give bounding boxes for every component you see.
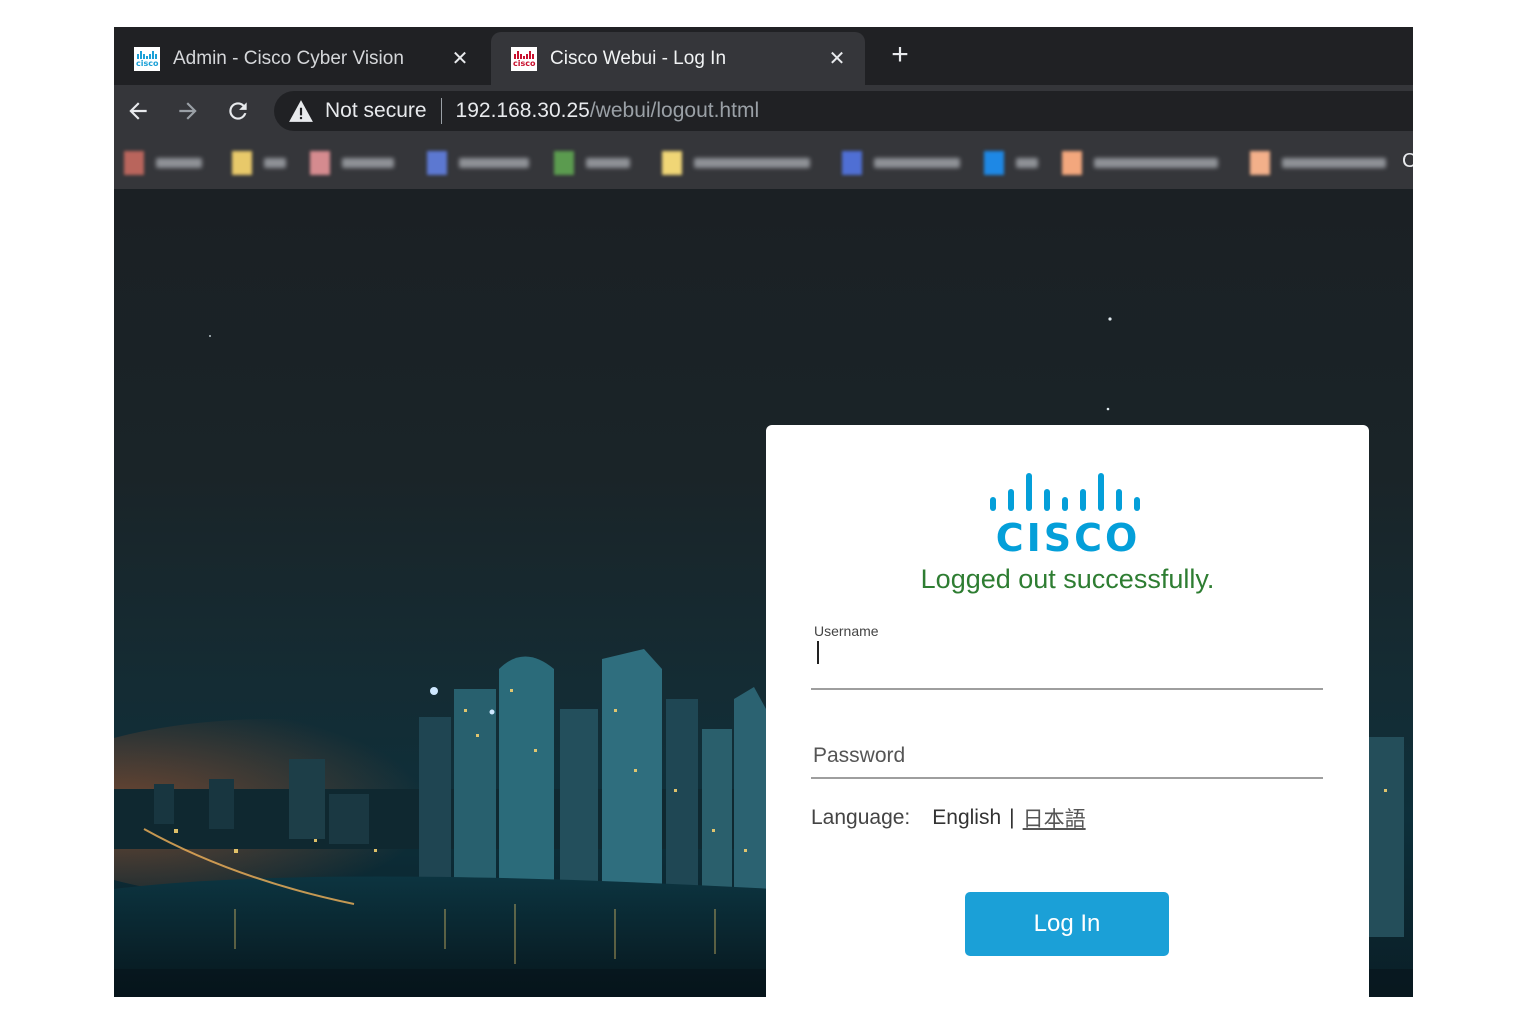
login-button[interactable]: Log In — [965, 892, 1169, 956]
bookmarks-bar: C — [114, 137, 1413, 189]
browser-window: cisco Admin - Cisco Cyber Vision ✕ cisco… — [114, 27, 1413, 997]
bookmark-item[interactable] — [554, 150, 630, 176]
back-arrow-icon[interactable] — [120, 93, 156, 129]
bookmark-item[interactable] — [427, 150, 529, 176]
bookmark-item[interactable] — [984, 150, 1038, 176]
tab-cisco-cyber-vision[interactable]: cisco Admin - Cisco Cyber Vision ✕ — [114, 32, 488, 85]
tab-title: Cisco Webui - Log In — [550, 47, 727, 69]
language-separator: | — [1009, 806, 1015, 829]
address-bar[interactable]: Not secure 192.168.30.25/webui/logout.ht… — [274, 91, 1413, 131]
login-card: CISCO Logged out successfully. Username … — [766, 425, 1369, 997]
cisco-favicon-icon: cisco — [511, 46, 537, 71]
username-field[interactable]: Username — [811, 622, 1323, 690]
bookmark-item[interactable] — [842, 150, 960, 176]
forward-arrow-icon[interactable] — [170, 93, 206, 129]
bookmark-item[interactable] — [1062, 150, 1218, 176]
reload-icon[interactable] — [220, 93, 256, 129]
not-secure-label[interactable]: Not secure — [325, 99, 427, 123]
browser-toolbar: Not secure 192.168.30.25/webui/logout.ht… — [114, 85, 1413, 137]
username-input[interactable] — [813, 650, 1313, 684]
bookmark-item[interactable] — [1250, 150, 1386, 176]
password-field[interactable] — [811, 728, 1323, 779]
page-viewport: CISCO Logged out successfully. Username … — [114, 189, 1413, 997]
tab-title: Admin - Cisco Cyber Vision — [173, 47, 404, 69]
bookmark-overflow-text[interactable]: C — [1402, 150, 1413, 173]
cisco-logo: CISCO — [988, 469, 1148, 559]
close-tab-icon[interactable]: ✕ — [448, 47, 472, 71]
cisco-logo-text: CISCO — [995, 516, 1141, 560]
tab-cisco-webui-login[interactable]: cisco Cisco Webui - Log In ✕ — [491, 32, 865, 85]
bookmark-item[interactable] — [124, 150, 202, 176]
address-divider — [440, 98, 442, 124]
bookmark-item[interactable] — [232, 150, 286, 176]
bookmark-item[interactable] — [310, 150, 394, 176]
cisco-favicon-icon: cisco — [134, 46, 160, 71]
warning-triangle-icon[interactable] — [288, 99, 314, 123]
language-english: English — [932, 806, 1002, 829]
cisco-bridge-bars-icon — [990, 473, 1140, 511]
url-path[interactable]: /webui/logout.html — [590, 99, 759, 123]
language-selector: Language: English | 日本語 — [811, 803, 1086, 833]
password-input[interactable] — [813, 739, 1313, 773]
language-label: Language: — [811, 806, 911, 829]
logout-success-message: Logged out successfully. — [920, 564, 1215, 594]
new-tab-plus-icon[interactable]: + — [884, 38, 916, 71]
url-host[interactable]: 192.168.30.25 — [456, 99, 590, 123]
username-label: Username — [814, 623, 879, 639]
bookmark-item[interactable] — [662, 150, 810, 176]
tab-strip: cisco Admin - Cisco Cyber Vision ✕ cisco… — [114, 27, 1413, 85]
language-japanese-link[interactable]: 日本語 — [1023, 803, 1086, 833]
close-tab-icon[interactable]: ✕ — [825, 47, 849, 71]
